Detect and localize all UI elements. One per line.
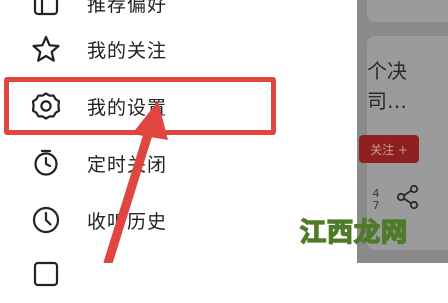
menu-item-partial[interactable]	[0, 245, 357, 303]
card-stat: 4 7	[372, 187, 380, 212]
menu-item-my-follows[interactable]: 我的关注	[0, 20, 357, 78]
content-card	[367, 0, 448, 22]
menu-item-label: 我的关注	[87, 39, 168, 62]
star-icon	[30, 33, 62, 65]
share-icon[interactable]	[395, 184, 421, 210]
watermark: 江西龙网	[299, 217, 409, 249]
menu-item-label: 收听历史	[87, 210, 168, 233]
preference-icon	[30, 0, 62, 19]
clock-icon	[30, 204, 62, 236]
menu-item-label: 推荐偏好	[87, 0, 168, 16]
timer-icon	[30, 147, 62, 179]
card-title: 个决 司…	[367, 59, 407, 113]
menu-item-sleep-timer[interactable]: 定时关闭	[0, 134, 357, 192]
menu-item-label: 定时关闭	[87, 153, 168, 176]
follow-button[interactable]: 关注 +	[359, 135, 419, 163]
highlight-box	[4, 77, 276, 135]
